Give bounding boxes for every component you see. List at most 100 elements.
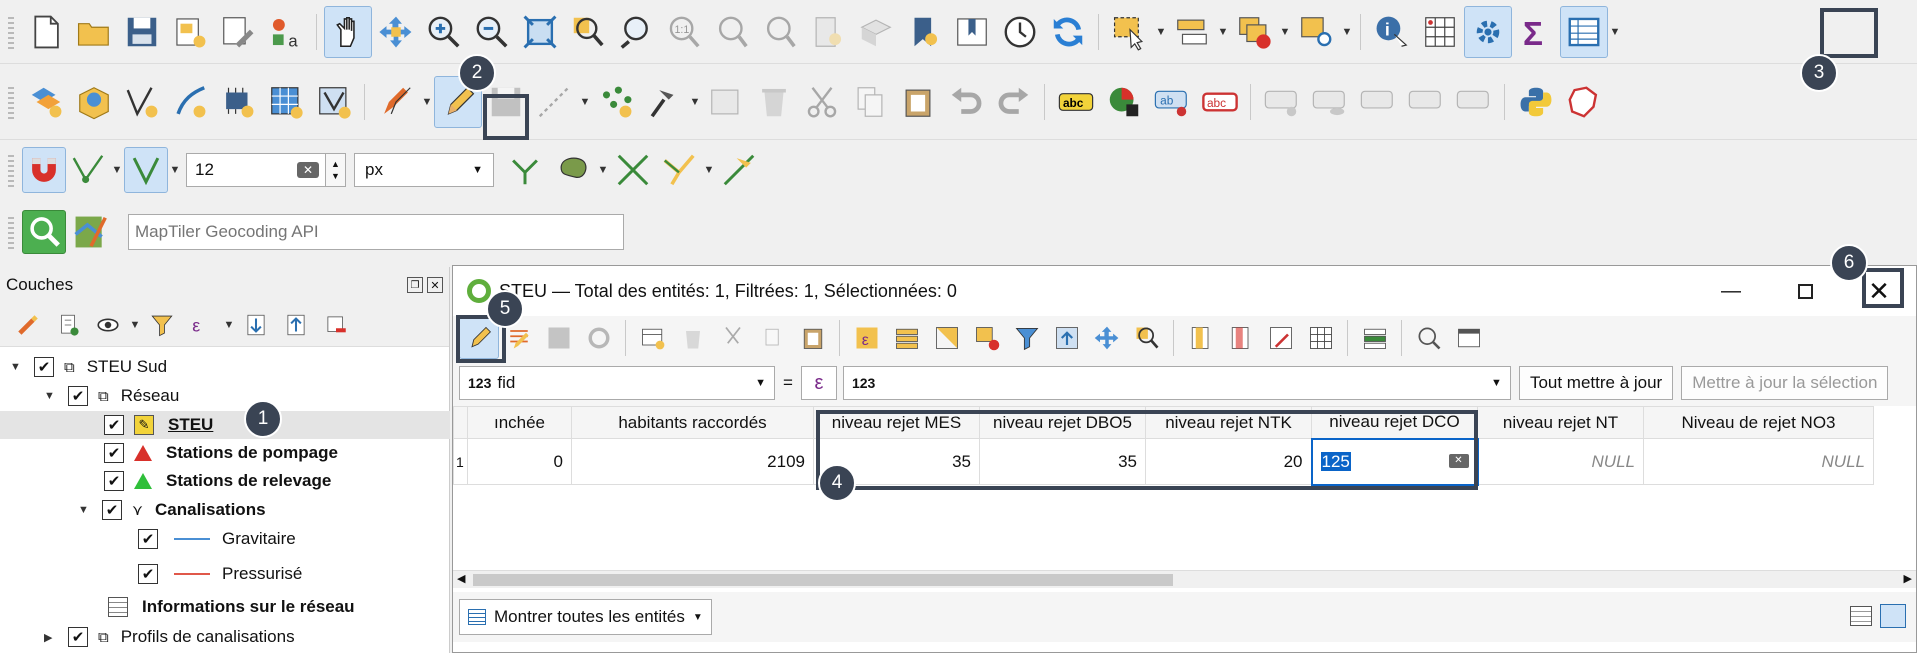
geocoder-search-icon[interactable] [22, 210, 66, 254]
select-all-icon[interactable] [887, 317, 927, 359]
invert-selection-icon[interactable] [927, 317, 967, 359]
label-abc-icon[interactable]: abc [1052, 76, 1100, 128]
attribute-table-icon[interactable] [1560, 5, 1608, 58]
show-all-features-button[interactable]: Montrer toutes les entités ▼ [459, 599, 712, 635]
minimize-icon[interactable]: — [1694, 280, 1768, 303]
tolerance-spinbox[interactable]: 12 ✕ [186, 153, 326, 187]
add-points-icon[interactable] [592, 76, 640, 128]
new-bookmark-icon[interactable] [900, 6, 948, 58]
dock-table-icon[interactable] [1449, 317, 1489, 359]
layer-canalisations[interactable]: ▼ ✔ ⋎ Canalisations [78, 496, 266, 524]
select-features-icon[interactable] [1106, 6, 1154, 58]
column-header[interactable]: habitants raccordés [571, 406, 814, 439]
chevron-down-icon[interactable]: ▼ [1608, 6, 1622, 58]
unit-select[interactable]: px ▼ [354, 153, 494, 187]
update-selection-button[interactable]: Mettre à jour la sélection [1681, 366, 1889, 400]
column-header[interactable]: ınchée [467, 406, 572, 439]
move-selection-top-icon[interactable] [1047, 317, 1087, 359]
column-header[interactable]: niveau rejet DCO [1311, 406, 1478, 439]
zoom-in-icon[interactable] [420, 6, 468, 58]
table-cell[interactable]: 0 [467, 438, 572, 485]
chevron-down-icon[interactable]: ▼ [110, 144, 124, 196]
label-highlight-icon[interactable]: abc [1196, 76, 1244, 128]
row-number[interactable]: 1 [453, 438, 468, 485]
manage-visibility-icon[interactable] [88, 305, 128, 345]
topological-editing-icon[interactable] [500, 144, 550, 196]
new-print-layout-icon[interactable] [166, 6, 214, 58]
virtual-globe-icon[interactable] [70, 76, 118, 128]
current-edits-icon[interactable] [372, 76, 420, 128]
pan-to-selection-icon[interactable] [372, 6, 420, 58]
chevron-down-icon[interactable]: ▼ [128, 305, 142, 345]
legend-pressurise[interactable]: ✔ Pressurisé [138, 560, 302, 588]
digitize-freehand-icon[interactable] [166, 76, 214, 128]
collapse-arrow-icon[interactable]: ▼ [44, 390, 62, 402]
table-row[interactable]: 1 0 2109 35 35 20 125 ✕ NULL NULL [453, 437, 1874, 486]
actions-icon[interactable] [1409, 317, 1449, 359]
update-all-button[interactable]: Tout mettre à jour [1518, 366, 1674, 400]
geocoder-search-input[interactable] [129, 215, 623, 249]
remove-layer-icon[interactable] [316, 305, 356, 345]
table-cell[interactable]: 2109 [571, 438, 814, 485]
add-point-icon[interactable] [214, 76, 262, 128]
deselect-icon[interactable] [1230, 6, 1278, 58]
layer-checkbox[interactable]: ✔ [68, 386, 88, 406]
collapse-arrow-icon[interactable]: ▼ [10, 361, 28, 373]
layer-checkbox[interactable]: ✔ [104, 443, 124, 463]
field-combo[interactable]: 123 fid ▼ [459, 366, 775, 400]
magnet-icon[interactable] [22, 147, 66, 193]
layer-checkbox[interactable]: ✔ [138, 529, 158, 549]
show-bookmarks-icon[interactable] [948, 6, 996, 58]
open-layer-styling-icon[interactable] [8, 305, 48, 345]
scrollbar-thumb[interactable] [473, 574, 1173, 586]
layer-checkbox[interactable]: ✔ [104, 415, 124, 435]
pan-map-icon[interactable] [324, 5, 372, 58]
chevron-down-icon[interactable]: ▼ [1154, 6, 1168, 58]
scroll-left-icon[interactable]: ◀ [457, 572, 465, 585]
dialog-titlebar[interactable]: STEU — Total des entités: 1, Filtrées: 1… [453, 266, 1916, 316]
zoom-out-icon[interactable] [468, 6, 516, 58]
new-project-icon[interactable] [22, 6, 70, 58]
vertex-edit-icon[interactable] [640, 76, 688, 128]
legend-gravitaire[interactable]: ✔ Gravitaire [138, 525, 296, 553]
field-calculator-icon[interactable] [1301, 317, 1341, 359]
column-header[interactable]: niveau rejet NTK [1145, 406, 1312, 439]
layer-steu[interactable]: ✔ ✎ STEU [0, 411, 450, 439]
layer-stations-pompage[interactable]: ✔ Stations de pompage [104, 439, 338, 467]
scroll-right-icon[interactable]: ▶ [1904, 572, 1912, 585]
column-header[interactable]: Niveau de rejet NO3 [1643, 406, 1874, 439]
digitize-vertex-icon[interactable] [118, 76, 166, 128]
spin-arrows[interactable]: ▲ ▼ [326, 153, 346, 187]
self-snapping-icon[interactable] [610, 144, 656, 196]
add-grid-icon[interactable] [262, 76, 310, 128]
chevron-down-icon[interactable]: ▼ [168, 144, 182, 196]
chevron-down-icon[interactable]: ▼ [688, 76, 702, 128]
zoom-to-selected-icon[interactable] [1127, 317, 1167, 359]
clear-icon[interactable]: ✕ [1448, 453, 1469, 468]
horizontal-scrollbar[interactable]: ◀ ▶ [453, 570, 1916, 588]
toolbar-grip[interactable] [8, 83, 14, 120]
snapping-tracing-icon[interactable] [656, 144, 702, 196]
table-cell[interactable]: 20 [1145, 438, 1312, 485]
open-project-icon[interactable] [70, 6, 118, 58]
layer-checkbox[interactable]: ✔ [34, 357, 54, 377]
select-by-location-icon[interactable] [1292, 6, 1340, 58]
temporal-controller-icon[interactable] [996, 6, 1044, 58]
layout-manager-icon[interactable] [214, 6, 262, 58]
table-cell[interactable]: 35 [979, 438, 1146, 485]
layer-group-reseau[interactable]: ▼ ✔ ⧉ Réseau [44, 382, 179, 410]
filter-select-icon[interactable] [1007, 317, 1047, 359]
paste-features-icon[interactable] [894, 76, 942, 128]
add-feature-icon[interactable] [633, 317, 673, 359]
select-by-value-icon[interactable] [1168, 6, 1216, 58]
expression-input[interactable]: 123 ▼ [842, 366, 1511, 400]
label-pin-icon[interactable]: ab [1148, 76, 1196, 128]
float-panel-icon[interactable]: ❐ [407, 277, 423, 293]
column-header[interactable]: niveau rejet MES [813, 406, 980, 439]
chevron-down-icon[interactable]: ▼ [578, 76, 592, 128]
chevron-down-icon[interactable]: ▼ [1216, 6, 1230, 58]
expression-button[interactable]: ε [800, 366, 837, 400]
collapse-all-icon[interactable] [276, 305, 316, 345]
france-map-icon[interactable] [1560, 76, 1608, 128]
diagram-icon[interactable] [1100, 76, 1148, 128]
